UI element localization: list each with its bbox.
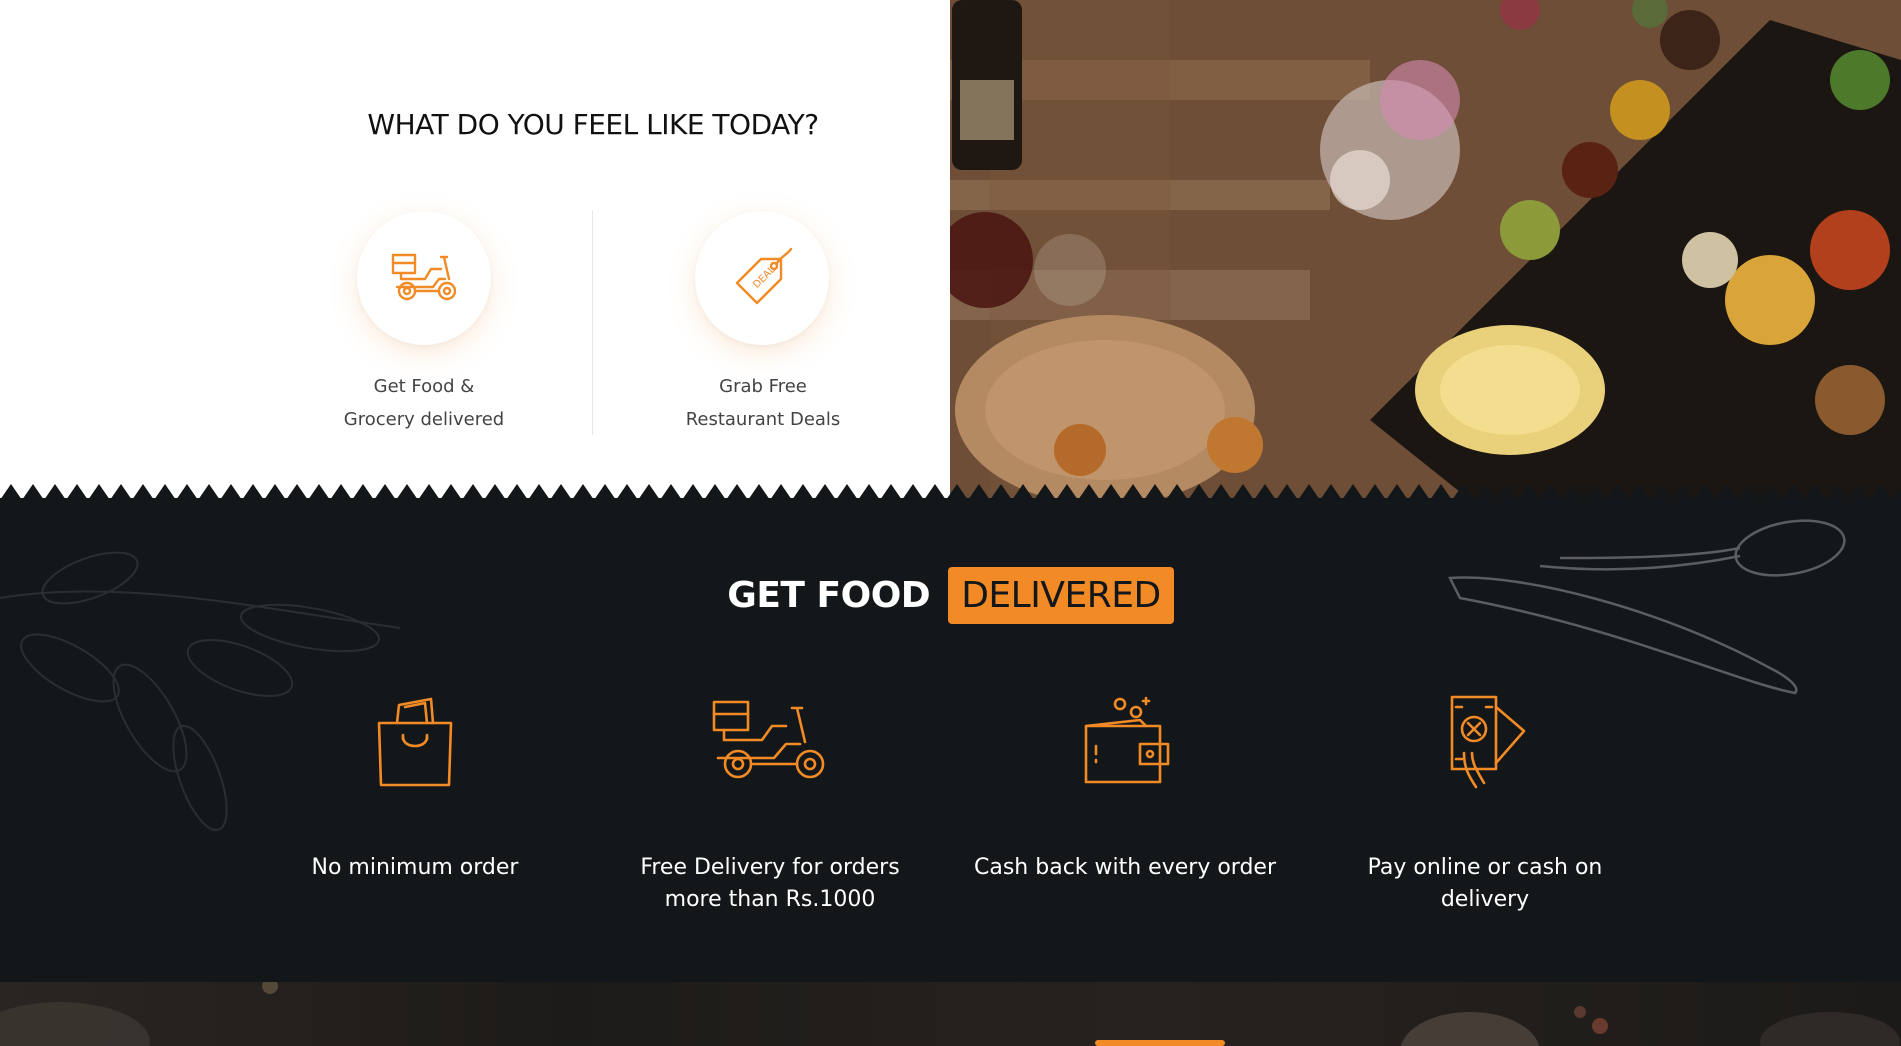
heading-white-text: GET FOOD bbox=[727, 574, 931, 616]
bottom-background-illustration bbox=[0, 982, 1900, 1046]
intro-section: WHAT DO YOU FEEL LIKE TODAY? Get Food & … bbox=[0, 0, 1901, 500]
feature-no-minimum: No minimum order bbox=[311, 855, 519, 880]
delivery-scooter-icon bbox=[712, 700, 825, 779]
delivery-scooter-icon bbox=[391, 253, 457, 301]
get-food-line1: Get Food & bbox=[373, 376, 475, 397]
feature-cash-back: Cash back with every order bbox=[974, 855, 1276, 880]
feature-pay-online: Pay online or cash on delivery bbox=[1367, 855, 1603, 912]
deals-line2: Restaurant Deals bbox=[685, 409, 841, 430]
shopping-bag-icon bbox=[377, 697, 453, 787]
intro-panel: WHAT DO YOU FEEL LIKE TODAY? Get Food & … bbox=[0, 0, 950, 500]
feature-free-delivery: Free Delivery for orders more than Rs.10… bbox=[640, 855, 900, 912]
wallet-icon bbox=[1084, 696, 1170, 784]
delivery-heading: GET FOOD DELIVERED bbox=[0, 560, 1901, 630]
cash-payment-icon bbox=[1450, 695, 1526, 789]
delivery-section: GET FOOD DELIVERED No minimum order Free… bbox=[0, 498, 1901, 982]
food-photo-illustration bbox=[950, 0, 1901, 500]
deals-option-label[interactable]: Grab Free Restaurant Deals bbox=[653, 370, 873, 436]
deals-line1: Grab Free bbox=[719, 376, 807, 397]
deals-option-circle[interactable]: DEAL bbox=[695, 211, 829, 345]
options-divider bbox=[592, 210, 593, 435]
food-photo bbox=[950, 0, 1901, 500]
get-food-option-label[interactable]: Get Food & Grocery delivered bbox=[314, 370, 534, 436]
heading-badge: DELIVERED bbox=[948, 566, 1174, 624]
next-section-preview bbox=[0, 982, 1901, 1046]
get-food-option-circle[interactable] bbox=[357, 211, 491, 345]
zigzag-border bbox=[0, 480, 1901, 500]
deal-tag-icon: DEAL bbox=[735, 247, 793, 305]
get-food-line2: Grocery delivered bbox=[343, 409, 505, 430]
